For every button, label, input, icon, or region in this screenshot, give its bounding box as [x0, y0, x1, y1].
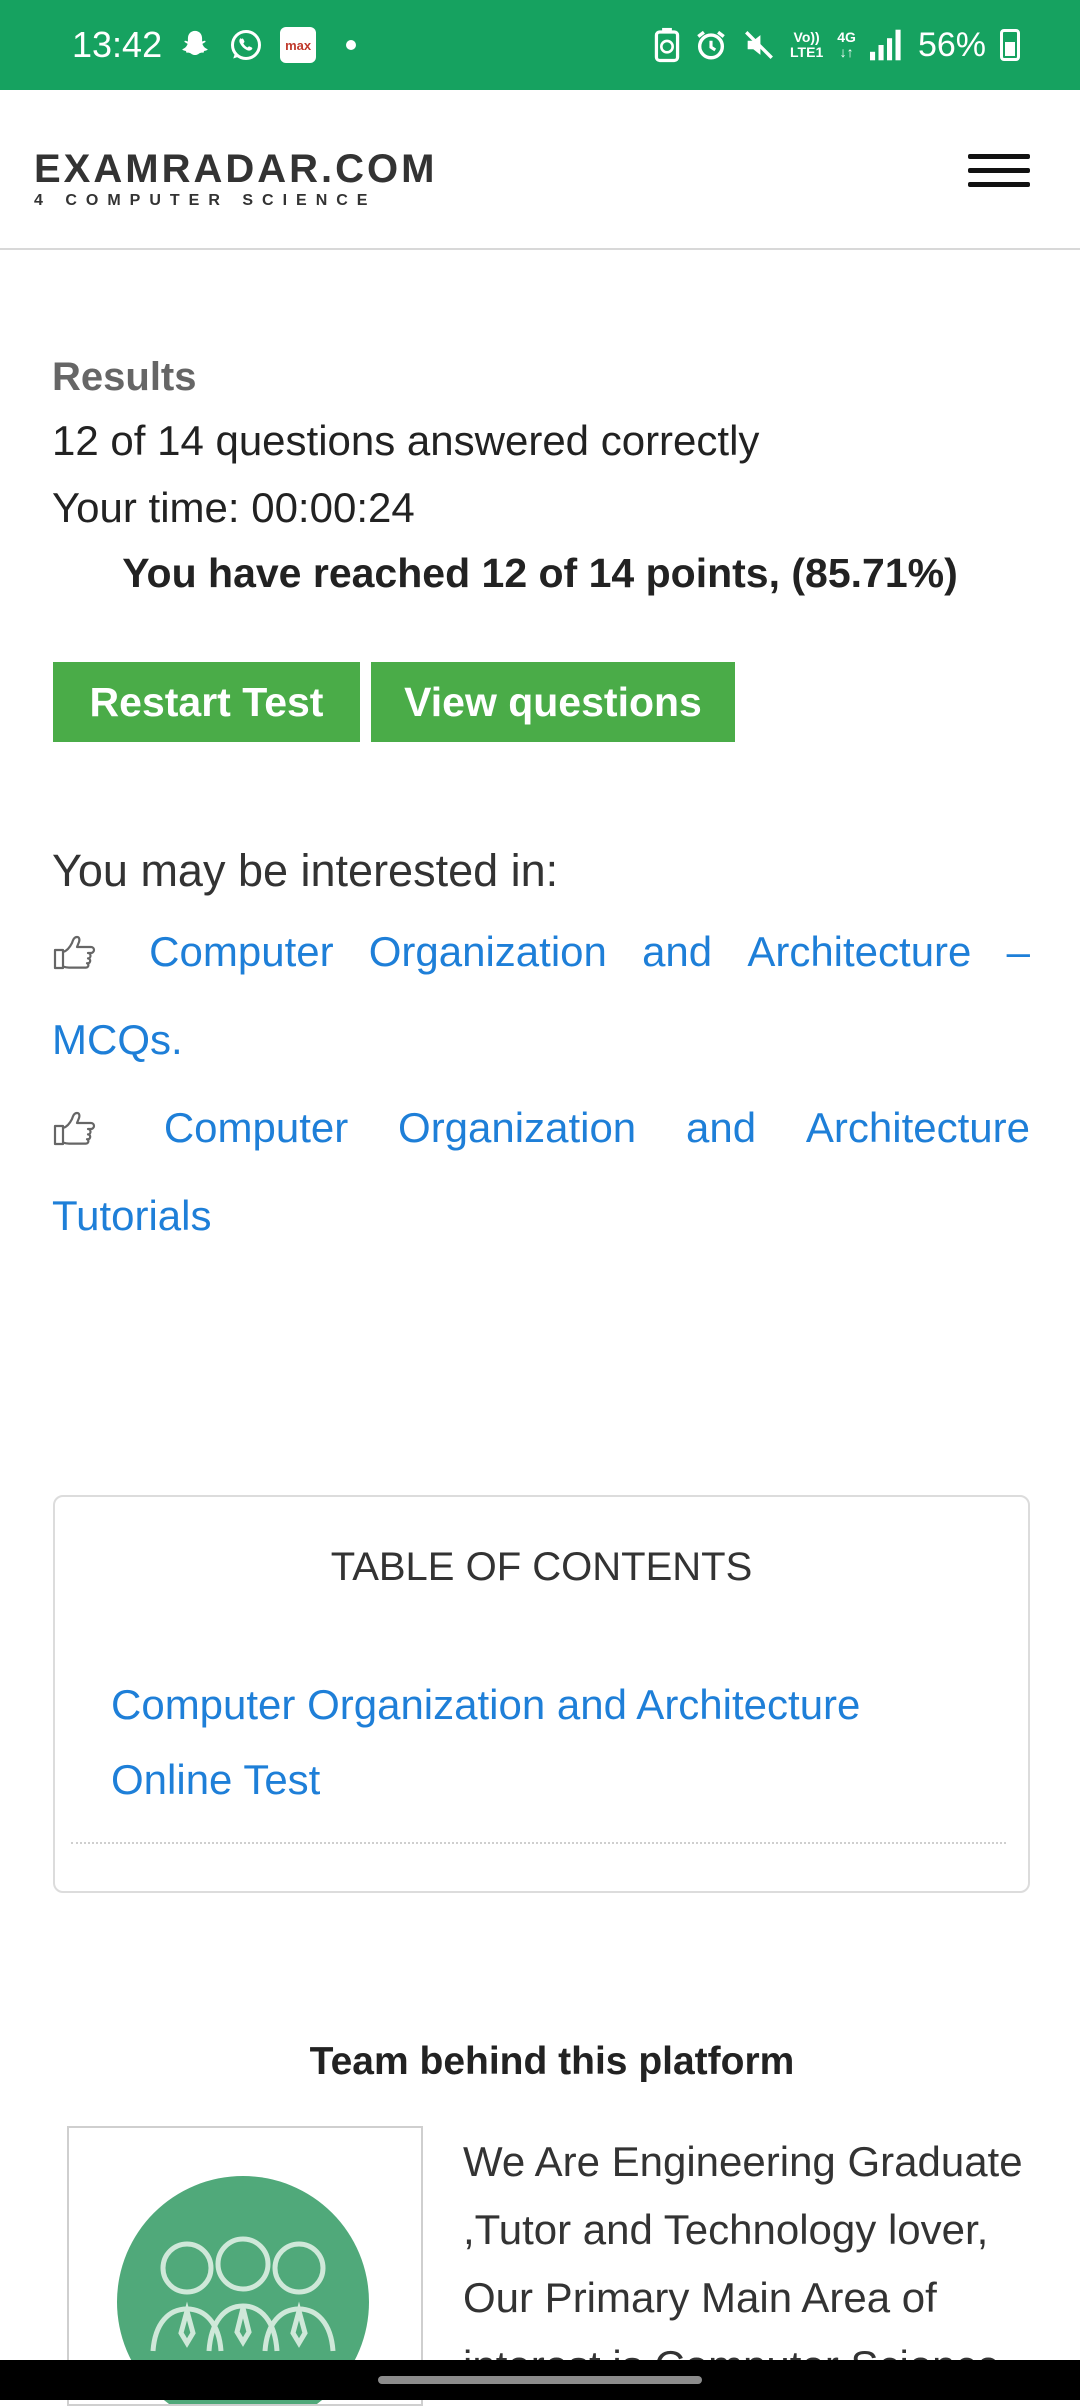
results-points: You have reached 12 of 14 points, (85.71…	[122, 550, 958, 596]
logo-title: EXAMRADAR.COM	[34, 147, 438, 191]
max-app-icon: max	[280, 27, 317, 63]
home-gesture-handle[interactable]	[378, 2376, 702, 2384]
link-word: and	[685, 1104, 757, 1151]
link-word: Computer	[163, 1104, 349, 1151]
site-logo[interactable]: EXAMRADAR.COM 4 COMPUTER SCIENCE	[34, 148, 437, 210]
related-link-row: Computer Organization and Architecture	[52, 1084, 1030, 1172]
site-header: EXAMRADAR.COM 4 COMPUTER SCIENCE	[0, 90, 1080, 250]
team-title: Team behind this platform	[309, 2040, 795, 2083]
mute-icon	[742, 28, 776, 62]
view-questions-button[interactable]: View questions	[371, 662, 735, 742]
notification-dot	[346, 40, 357, 50]
link-word: Computer	[149, 928, 334, 975]
link-word: and	[642, 928, 713, 975]
network-type-label: 4G	[837, 29, 856, 45]
logo-subtitle: 4 COMPUTER SCIENCE	[34, 192, 377, 209]
related-link-row: Computer Organization and Architecture –	[52, 908, 1030, 996]
results-title: Results	[52, 355, 197, 399]
link-word: MCQs.	[52, 1016, 183, 1063]
system-nav-bar	[0, 2360, 1080, 2400]
link-word: Architecture	[805, 1104, 1030, 1151]
related-link-tutorials[interactable]: Computer Organization and Architecture T…	[52, 1084, 1030, 1260]
link-word: Tutorials	[52, 1192, 212, 1239]
volte-indicator: Vo)) LTE1	[790, 30, 823, 60]
battery-percent: 56%	[917, 25, 986, 64]
status-right: Vo)) LTE1 4G ↓↑ 56%	[654, 26, 1020, 65]
status-bar: 13:42 max Vo)) LTE1 4G ↓↑ 56%	[0, 0, 1080, 90]
volte-bottom: LTE1	[790, 44, 824, 60]
battery-saver-icon	[654, 27, 680, 63]
status-left: 13:42 max	[72, 24, 357, 66]
related-link-mcqs[interactable]: Computer Organization and Architecture –…	[52, 908, 1030, 1084]
toc-item[interactable]: Computer Organization and Architecture O…	[111, 1667, 991, 1817]
table-of-contents: TABLE OF CONTENTS Computer Organization …	[53, 1495, 1030, 1893]
whatsapp-icon	[228, 27, 264, 63]
restart-test-button[interactable]: Restart Test	[53, 662, 360, 742]
network-type: 4G ↓↑	[837, 30, 856, 60]
hamburger-menu-icon[interactable]	[968, 154, 1030, 190]
alarm-icon	[694, 28, 728, 62]
link-word: Organization	[368, 928, 607, 975]
related-heading: You may be interested in:	[52, 845, 559, 896]
link-word: Architecture	[747, 928, 972, 975]
toc-divider	[71, 1842, 1006, 1844]
volte-top: Vo))	[793, 29, 820, 45]
signal-icon	[869, 29, 904, 61]
link-word: Organization	[398, 1104, 637, 1151]
toc-title: TABLE OF CONTENTS	[330, 1545, 753, 1589]
hand-point-right-icon	[53, 935, 96, 970]
link-word: –	[1006, 928, 1030, 975]
results-time: Your time: 00:00:24	[52, 484, 415, 531]
data-arrows-icon: ↓↑	[839, 44, 854, 60]
status-time: 13:42	[72, 24, 163, 65]
hand-point-right-icon	[53, 1111, 96, 1146]
snapchat-icon	[178, 28, 212, 62]
results-answered: 12 of 14 questions answered correctly	[52, 417, 760, 464]
battery-icon	[1000, 29, 1020, 61]
